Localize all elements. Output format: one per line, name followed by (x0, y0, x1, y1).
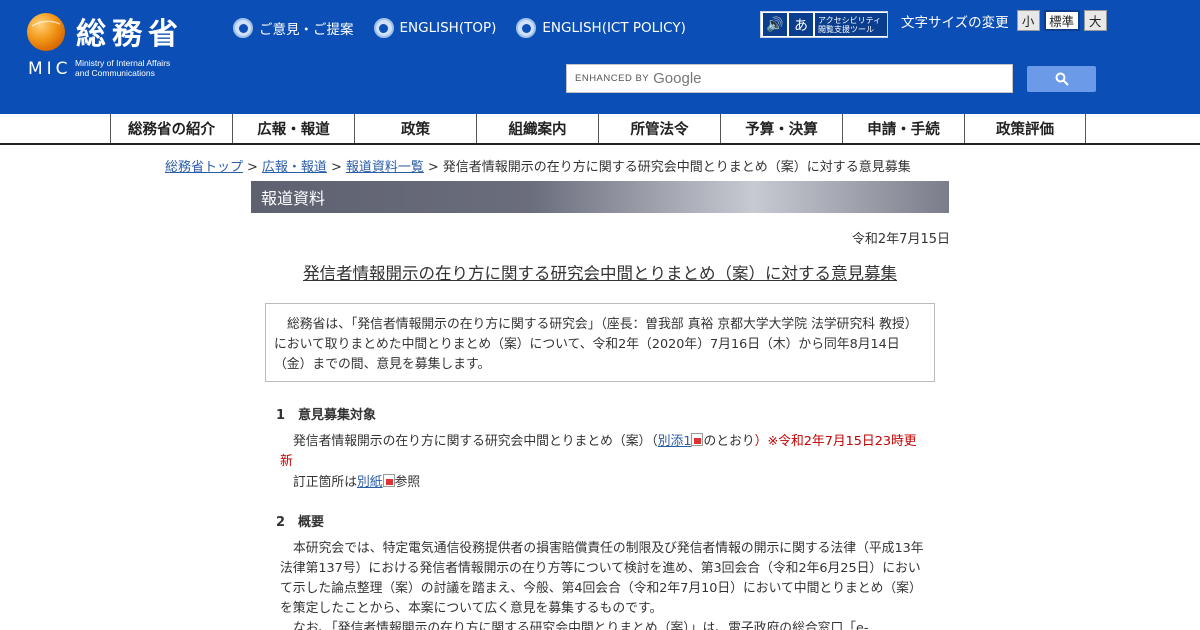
section1-line1: 発信者情報開示の在り方に関する研究会中間とりまとめ（案）（別添1 のとおり）※令和… (280, 432, 925, 472)
accessibility-line1: アクセシビリティ (818, 15, 882, 25)
nav-item-evaluation[interactable]: 政策評価 (964, 114, 1086, 143)
pdf-icon (382, 474, 395, 487)
nav-item-budget[interactable]: 予算・決算 (720, 114, 842, 143)
logo-kanji: 総務省 (76, 17, 184, 52)
font-size-control: 文字サイズの変更 小 標準 大 (901, 10, 1111, 31)
radio-bullet-icon (233, 18, 253, 38)
link-english-top[interactable]: ENGLISH(TOP) (373, 17, 497, 39)
link-english-ict-label: ENGLISH(ICT POLICY) (542, 20, 686, 36)
link-opinion[interactable]: ご意見・ご提案 (233, 17, 354, 39)
section2-body2: なお、「発信者情報開示の在り方に関する研究会中間とりまとめ（案）」は、電子政府の… (293, 621, 869, 630)
accessibility-line2: 閲覧支援ツール (818, 24, 874, 34)
nav-item-organization[interactable]: 組織案内 (476, 114, 598, 143)
accessibility-tool-button[interactable]: 🔊 あ アクセシビリティ 閲覧支援ツール (760, 11, 888, 38)
logo-sphere-icon (27, 13, 65, 51)
link-english-top-label: ENGLISH(TOP) (399, 20, 497, 36)
search-button[interactable] (1027, 66, 1096, 92)
link-english-ict[interactable]: ENGLISH(ICT POLICY) (516, 17, 686, 39)
section2-heading: 2 概要 (276, 515, 325, 530)
logo-ministry-name: Ministry of Internal Affairs and Communi… (75, 58, 170, 78)
section2-body: 本研究会では、特定電気通信役務提供者の損害賠償責任の制限及び発信者情報の開示に関… (280, 541, 924, 616)
section1-line2-post: 参照 (394, 475, 421, 490)
accessibility-label: アクセシビリティ 閲覧支援ツール (815, 13, 887, 36)
logo-ministry-line2: and Communications (75, 68, 155, 78)
summary-box: 総務省は、「発信者情報開示の在り方に関する研究会」（座長：曽我部 真裕 京都大学… (265, 303, 935, 382)
nav-item-press[interactable]: 広報・報道 (232, 114, 354, 143)
nav-item-policy[interactable]: 政策 (354, 114, 476, 143)
link-opinion-label: ご意見・ご提案 (259, 22, 354, 38)
font-size-label: 文字サイズの変更 (901, 14, 1009, 31)
breadcrumb-link-press-list[interactable]: 報道資料一覧 (346, 160, 424, 175)
breadcrumb: 総務省トップ > 広報・報道 > 報道資料一覧 > 発信者情報開示の在り方に関する研究会中間… (165, 156, 911, 175)
breadcrumb-separator: > (427, 160, 439, 175)
font-large-button[interactable]: 大 (1083, 10, 1107, 31)
nav-item-about[interactable]: 総務省の紹介 (110, 114, 232, 143)
section1-heading: 1 意見募集対象 (276, 408, 377, 423)
search-input[interactable]: ENHANCED BY Google (566, 64, 1013, 93)
font-small-button[interactable]: 小 (1016, 10, 1040, 31)
section-banner: 報道資料 (251, 181, 949, 213)
breadcrumb-separator: > (330, 160, 342, 175)
page-title: 発信者情報開示の在り方に関する研究会中間とりまとめ（案）に対する意見募集 (303, 264, 897, 283)
radio-bullet-icon (373, 18, 394, 38)
header-links: ご意見・ご提案 ENGLISH(TOP) ENGLISH(ICT POLICY) (233, 17, 706, 39)
search-enhanced-label: ENHANCED BY (575, 73, 650, 84)
radio-bullet-icon (516, 18, 537, 38)
site-header: 総務省 MIC Ministry of Internal Affairs and… (0, 0, 1200, 114)
breadcrumb-link-top[interactable]: 総務省トップ (165, 160, 243, 175)
breadcrumb-current: 発信者情報開示の在り方に関する研究会中間とりまとめ（案）に対する意見募集 (442, 160, 911, 175)
font-standard-button[interactable]: 標準 (1043, 10, 1080, 31)
mic-logo[interactable]: 総務省 MIC Ministry of Internal Affairs and… (26, 12, 216, 82)
section1-line2: 訂正箇所は別紙 参照 (280, 473, 925, 493)
nav-item-applications[interactable]: 申請・手続 (842, 114, 964, 143)
breadcrumb-separator: > (247, 160, 258, 175)
publish-date: 令和2年7月15日 (851, 232, 950, 247)
logo-ministry-line1: Ministry of Internal Affairs (75, 58, 171, 68)
section1-line1-text: 発信者情報開示の在り方に関する研究会中間とりまとめ（案）（ (293, 434, 658, 449)
section1-line1-post: のとおり (703, 434, 755, 449)
correction-link[interactable]: 別紙 (357, 475, 383, 490)
logo-mic: MIC (28, 59, 72, 79)
nav-item-laws[interactable]: 所管法令 (598, 114, 720, 143)
search-icon (1055, 72, 1069, 86)
global-nav: 総務省の紹介 広報・報道 政策 組織案内 所管法令 予算・決算 申請・手続 政策… (0, 114, 1200, 145)
section1-line2-text: 訂正箇所は (293, 475, 357, 490)
speaker-icon: 🔊 (763, 13, 787, 36)
pdf-icon (691, 433, 704, 446)
attachment1-link[interactable]: 別添1 (658, 434, 692, 449)
hiragana-a-icon: あ (789, 13, 813, 36)
search-google-label: Google (653, 70, 702, 87)
breadcrumb-link-press[interactable]: 広報・報道 (262, 160, 327, 175)
